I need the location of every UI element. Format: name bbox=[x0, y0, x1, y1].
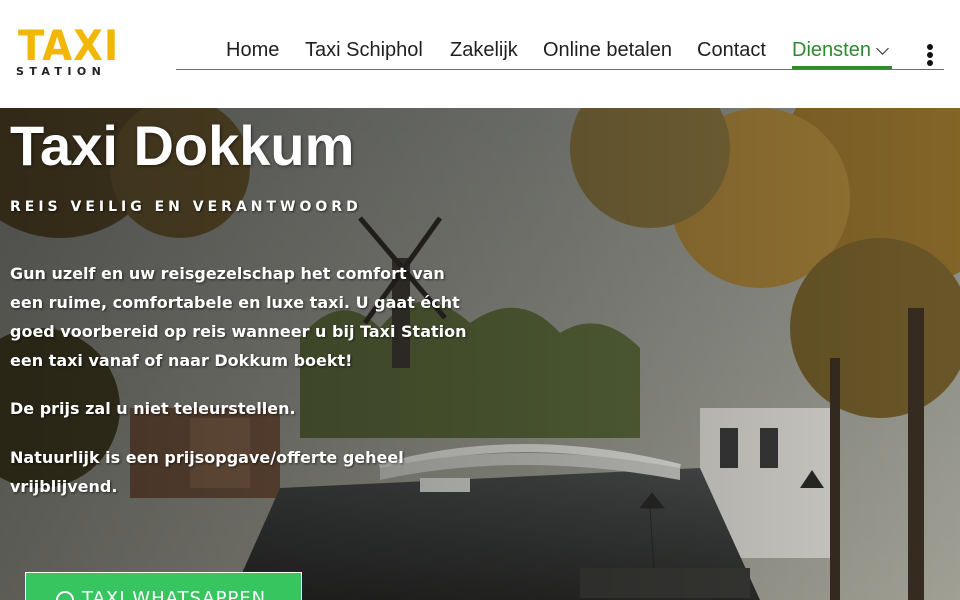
taxi-station-logo[interactable]: TAXI STATION bbox=[16, 24, 120, 80]
nav-item-contact[interactable]: Contact bbox=[697, 38, 766, 62]
logo-subword: STATION bbox=[16, 65, 107, 78]
hero-section: Taxi Dokkum REIS VEILIG EN VERANTWOORD G… bbox=[0, 108, 960, 600]
kebab-menu-icon[interactable] bbox=[924, 44, 936, 68]
logo-word: TAXI bbox=[18, 21, 120, 70]
nav-item-taxi-schiphol[interactable]: Taxi Schiphol bbox=[305, 38, 423, 62]
intro-paragraph: Gun uzelf en uw reisgezelschap het comfo… bbox=[10, 264, 467, 370]
whatsapp-button[interactable]: TAXI WHATSAPPEN bbox=[25, 572, 302, 600]
whatsapp-button-label: TAXI WHATSAPPEN bbox=[82, 588, 267, 600]
nav-item-diensten[interactable]: Diensten bbox=[792, 38, 871, 62]
page-title: Taxi Dokkum bbox=[10, 114, 355, 177]
main-nav: Home Taxi Schiphol Zakelijk Online betal… bbox=[176, 30, 944, 70]
whatsapp-icon bbox=[56, 591, 74, 600]
chevron-down-icon[interactable] bbox=[876, 42, 889, 55]
nav-item-online-betalen[interactable]: Online betalen bbox=[543, 38, 672, 62]
price-paragraph: De prijs zal u niet teleurstellen. bbox=[10, 399, 296, 418]
quote-paragraph: Natuurlijk is een prijsopgave/offerte ge… bbox=[10, 448, 404, 496]
site-header: TAXI STATION Home Taxi Schiphol Zakelijk… bbox=[0, 0, 960, 108]
active-nav-indicator bbox=[792, 66, 892, 69]
nav-item-zakelijk[interactable]: Zakelijk bbox=[450, 38, 518, 62]
page-subtitle: REIS VEILIG EN VERANTWOORD bbox=[10, 199, 362, 215]
nav-item-home[interactable]: Home bbox=[226, 38, 279, 62]
